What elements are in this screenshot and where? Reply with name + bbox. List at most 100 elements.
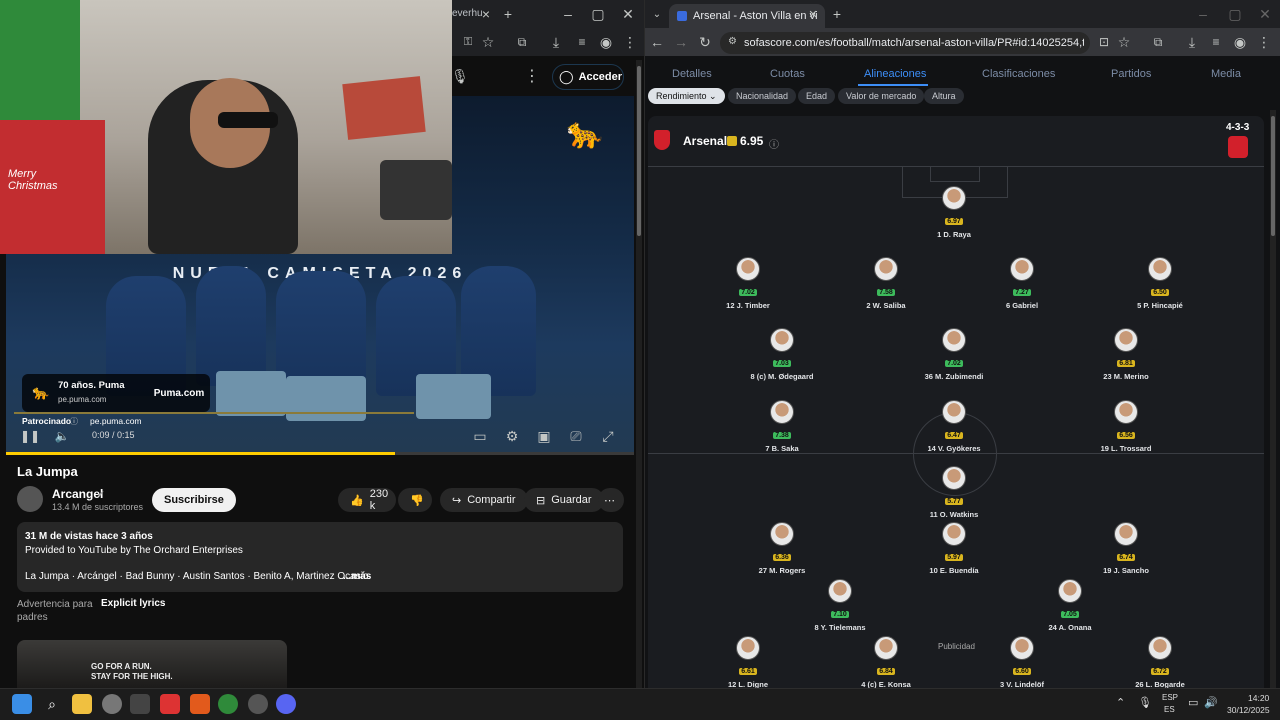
- miniplayer-icon[interactable]: ▣: [534, 426, 554, 446]
- app2-icon[interactable]: [248, 694, 268, 714]
- volume-icon[interactable]: 🔈: [52, 426, 72, 446]
- description-box[interactable]: 31 M de vistas hace 3 años Provided to Y…: [17, 522, 623, 592]
- home-player-8[interactable]: 7.38 7 B. Saka: [742, 400, 822, 453]
- fullscreen-icon[interactable]: ⤢: [598, 426, 618, 446]
- minimize-icon[interactable]: –: [1193, 4, 1213, 24]
- home-player-10[interactable]: 6.56 19 L. Trossard: [1086, 400, 1166, 453]
- channel-avatar[interactable]: [17, 486, 43, 512]
- bookmark-star-icon[interactable]: ☆: [1114, 32, 1134, 52]
- dislike-button[interactable]: 👎: [398, 488, 432, 512]
- tab-alineaciones[interactable]: Alineaciones: [864, 68, 926, 80]
- app-icon[interactable]: [102, 694, 122, 714]
- right-scrollbar-thumb[interactable]: [1271, 116, 1275, 236]
- mic-icon[interactable]: 🎙: [450, 66, 470, 86]
- home-player-0[interactable]: 6.97 1 D. Raya: [914, 186, 994, 239]
- install-app-icon[interactable]: ⊡: [1094, 32, 1114, 52]
- filter-altura[interactable]: Altura: [924, 88, 964, 104]
- right-scrollbar[interactable]: [1270, 110, 1276, 688]
- menu-kebab-icon[interactable]: ⋮: [1254, 32, 1274, 52]
- away-player-8[interactable]: 6.60 3 V. Lindelöf: [982, 636, 1062, 689]
- profile-icon[interactable]: ◉: [596, 32, 616, 52]
- video-progress-track[interactable]: [6, 452, 634, 455]
- brave-icon[interactable]: [190, 694, 210, 714]
- tab-partidos[interactable]: Partidos: [1111, 68, 1151, 80]
- description-more[interactable]: ...más: [343, 571, 371, 582]
- signin-button[interactable]: ◯ Acceder: [552, 64, 624, 90]
- home-player-5[interactable]: 7.03 8 (c) M. Ødegaard: [742, 328, 822, 381]
- home-player-4[interactable]: 6.50 5 P. Hincapié: [1120, 257, 1200, 310]
- tab-cuotas[interactable]: Cuotas: [770, 68, 805, 80]
- calendar-icon[interactable]: [130, 694, 150, 714]
- new-tab-icon[interactable]: +: [827, 4, 847, 24]
- close-window-icon[interactable]: ✕: [1255, 4, 1275, 24]
- home-player-3[interactable]: 7.27 6 Gabriel: [982, 257, 1062, 310]
- profile-icon[interactable]: ◉: [1230, 32, 1250, 52]
- away-player-0[interactable]: 5.77 11 O. Watkins: [914, 466, 994, 519]
- tab-search-icon[interactable]: ⌄: [647, 4, 667, 24]
- clock-date[interactable]: 30/12/2025: [1227, 705, 1270, 715]
- left-scrollbar[interactable]: [636, 60, 642, 688]
- download-icon[interactable]: ⤓: [1182, 32, 1202, 52]
- filter-edad[interactable]: Edad: [798, 88, 836, 104]
- away-player-5[interactable]: 7.05 24 A. Onana: [1030, 579, 1110, 632]
- download-icon[interactable]: ⤓: [546, 32, 566, 52]
- bookmark-star-icon[interactable]: ☆: [478, 32, 498, 52]
- home-player-6[interactable]: 7.02 36 M. Zubimendi: [914, 328, 994, 381]
- filter-rendimiento[interactable]: Rendimiento ⌄: [648, 88, 725, 104]
- home-player-9[interactable]: 6.47 14 V. Gyökeres: [914, 400, 994, 453]
- away-player-7[interactable]: 6.84 4 (c) E. Konsa: [846, 636, 926, 689]
- tab-media[interactable]: Media: [1211, 68, 1241, 80]
- chrome-icon[interactable]: [218, 694, 238, 714]
- minimize-icon[interactable]: –: [558, 4, 578, 24]
- ad-cta-button[interactable]: Puma.com: [150, 382, 208, 404]
- maximize-icon[interactable]: ▢: [1225, 4, 1245, 24]
- address-bar[interactable]: ⚙ sofascore.com/es/football/match/arsena…: [720, 32, 1090, 54]
- share-button[interactable]: ↪ Compartir: [440, 488, 528, 512]
- forward-arrow-icon[interactable]: →: [671, 32, 691, 52]
- more-actions-button[interactable]: ⋯: [598, 488, 624, 512]
- left-scrollbar-thumb[interactable]: [637, 66, 641, 236]
- key-icon[interactable]: ⚿: [458, 32, 478, 52]
- monitor-icon[interactable]: ▭: [1188, 696, 1198, 709]
- close-tab-icon[interactable]: ✕: [803, 4, 823, 24]
- search-icon[interactable]: ⌕: [42, 694, 62, 714]
- extensions-icon[interactable]: ⧉: [512, 32, 532, 52]
- yt-settings-kebab-icon[interactable]: ⋮: [522, 66, 542, 86]
- lang-code[interactable]: ESP: [1162, 693, 1178, 702]
- back-arrow-icon[interactable]: ←: [647, 32, 667, 52]
- settings-gear-icon[interactable]: ⚙: [502, 426, 522, 446]
- site-info-icon[interactable]: ⚙: [728, 36, 737, 47]
- related-thumbnail[interactable]: GO FOR A RUN. STAY FOR THE HIGH.: [17, 640, 287, 688]
- new-tab-icon[interactable]: +: [498, 4, 518, 24]
- sofascore-tab[interactable]: Arsenal - Aston Villa en vivo, re: [669, 4, 825, 28]
- info-icon[interactable]: ⓘ: [769, 136, 779, 151]
- tab-clasificaciones[interactable]: Clasificaciones: [982, 68, 1055, 80]
- reload-icon[interactable]: ↻: [695, 32, 715, 52]
- maximize-icon[interactable]: ▢: [588, 4, 608, 24]
- like-button[interactable]: 👍 230 k: [338, 488, 396, 512]
- discord-icon[interactable]: [276, 694, 296, 714]
- subscribe-button[interactable]: Suscribirse: [152, 488, 236, 512]
- lang-layout[interactable]: ES: [1164, 705, 1175, 714]
- filter-valor[interactable]: Valor de mercado: [838, 88, 925, 104]
- windows-start-icon[interactable]: [12, 694, 32, 714]
- away-player-1[interactable]: 6.36 27 M. Rogers: [742, 522, 822, 575]
- away-player-4[interactable]: 7.10 8 Y. Tielemans: [800, 579, 880, 632]
- media-icon[interactable]: ≡: [1206, 32, 1226, 52]
- away-player-2[interactable]: 5.97 10 E. Buendía: [914, 522, 994, 575]
- home-player-7[interactable]: 6.81 23 M. Merino: [1086, 328, 1166, 381]
- away-player-3[interactable]: 6.74 19 J. Sancho: [1086, 522, 1166, 575]
- media-app-icon[interactable]: [160, 694, 180, 714]
- mic-icon[interactable]: 🎙: [1138, 696, 1152, 709]
- home-player-1[interactable]: 7.02 12 J. Timber: [708, 257, 788, 310]
- filter-nacionalidad[interactable]: Nacionalidad: [728, 88, 797, 104]
- away-player-6[interactable]: 6.61 12 L. Digne: [708, 636, 788, 689]
- close-tab-icon[interactable]: ×: [476, 4, 496, 24]
- subtitles-icon[interactable]: ▭: [470, 426, 490, 446]
- close-window-icon[interactable]: ✕: [618, 4, 638, 24]
- home-player-2[interactable]: 7.58 2 W. Saliba: [846, 257, 926, 310]
- pause-icon[interactable]: ❚❚: [20, 426, 40, 446]
- away-player-9[interactable]: 6.72 26 L. Bogarde: [1120, 636, 1200, 689]
- extensions-icon[interactable]: ⧉: [1148, 32, 1168, 52]
- save-button[interactable]: ⊟ Guardar: [524, 488, 604, 512]
